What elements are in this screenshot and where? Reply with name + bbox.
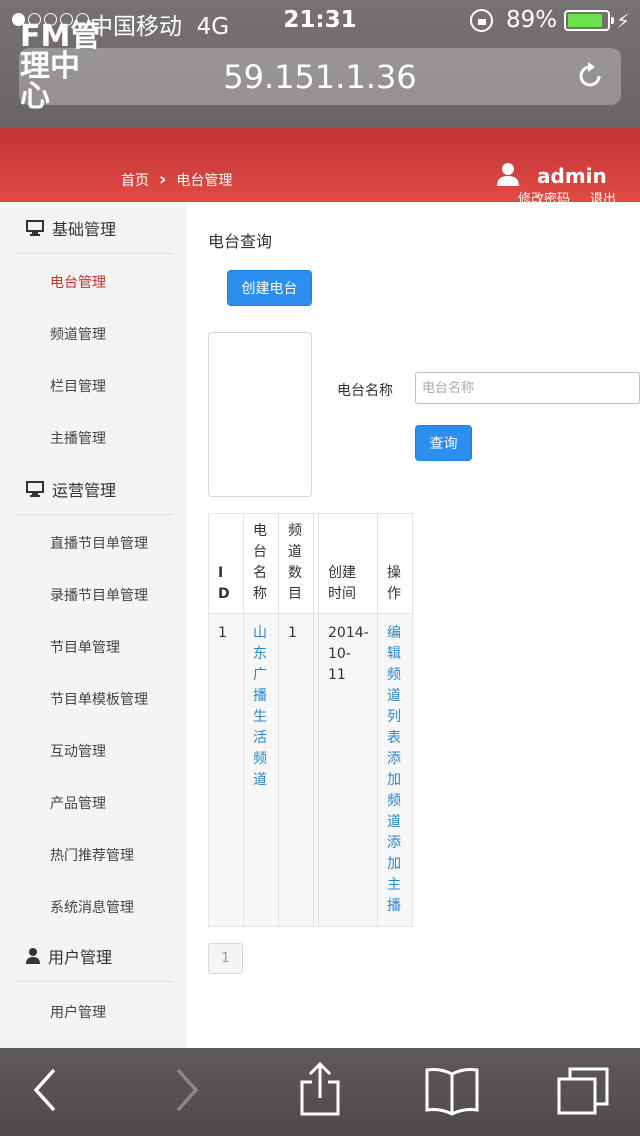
add-channel-link[interactable]: 添加频道 bbox=[387, 749, 403, 833]
username[interactable]: admin bbox=[537, 164, 607, 188]
monitor-icon bbox=[26, 480, 44, 497]
station-table: ID 电台名称 频道数目 创建时间 操作 1 山东广播生活频道 1 2014-1… bbox=[208, 513, 413, 927]
battery-level-fill bbox=[568, 14, 602, 27]
table-header-row: ID 电台名称 频道数目 创建时间 操作 bbox=[208, 513, 413, 614]
charging-icon: ⚡ bbox=[616, 9, 631, 33]
sidebar-group-users[interactable]: 用户管理 bbox=[16, 930, 172, 982]
breadcrumb-home-link[interactable]: 首页 bbox=[121, 170, 149, 190]
sidebar-item-schedule[interactable]: 节目单管理 bbox=[50, 637, 120, 657]
sidebar-item-user[interactable]: 用户管理 bbox=[50, 1002, 106, 1022]
channel-list-link[interactable]: 频道列表 bbox=[387, 665, 403, 749]
pagination-page-1[interactable]: 1 bbox=[208, 943, 243, 974]
sidebar: 基础管理 电台管理 频道管理 栏目管理 主播管理 运营管理 直播节目单管理 录播… bbox=[0, 202, 187, 1048]
battery-icon bbox=[564, 10, 614, 31]
bookmarks-icon[interactable] bbox=[424, 1066, 480, 1116]
cell-id: 1 bbox=[208, 613, 244, 927]
table-row: 1 山东广播生活频道 1 2014-10-11 编辑 频道列表 添加频道 添加主… bbox=[208, 613, 413, 927]
sidebar-item-live-schedule[interactable]: 直播节目单管理 bbox=[50, 533, 148, 553]
logout-link[interactable]: 退出 bbox=[590, 192, 616, 202]
reload-icon[interactable] bbox=[575, 61, 605, 91]
create-station-button[interactable]: 创建电台 bbox=[227, 270, 312, 306]
sidebar-item-channel[interactable]: 频道管理 bbox=[50, 324, 106, 344]
rotation-lock-icon bbox=[470, 9, 493, 32]
column-header-created: 创建时间 bbox=[318, 513, 378, 614]
page-title: 电台查询 bbox=[208, 232, 273, 251]
app-header: 首页 › 电台管理 admin 修改密码 退出 bbox=[0, 128, 640, 202]
cell-channel-count: 1 bbox=[278, 613, 314, 927]
battery-percent: 89% bbox=[506, 7, 558, 33]
header-links: 修改密码 退出 bbox=[518, 188, 640, 202]
station-name-label: 电台名称 bbox=[337, 383, 393, 399]
empty-panel bbox=[208, 332, 312, 497]
change-password-link[interactable]: 修改密码 bbox=[518, 192, 570, 202]
column-header-actions: 操作 bbox=[377, 513, 413, 614]
app-logo-title: FM管理中心 bbox=[20, 19, 101, 114]
column-header-name: 电台名称 bbox=[243, 513, 279, 614]
breadcrumb: 首页 › 电台管理 bbox=[121, 169, 232, 190]
sidebar-item-hot-recommend[interactable]: 热门推荐管理 bbox=[50, 845, 134, 865]
cell-actions: 编辑 频道列表 添加频道 添加主播 bbox=[377, 613, 413, 927]
sidebar-item-system-message[interactable]: 系统消息管理 bbox=[50, 897, 134, 917]
monitor-icon bbox=[26, 219, 44, 236]
sidebar-item-product[interactable]: 产品管理 bbox=[50, 793, 106, 813]
sidebar-group-label: 基础管理 bbox=[52, 219, 117, 239]
user-icon bbox=[26, 947, 40, 964]
sidebar-group-operations[interactable]: 运营管理 bbox=[16, 463, 172, 515]
cell-created: 2014-10-11 bbox=[318, 613, 378, 927]
user-icon bbox=[497, 163, 519, 186]
column-header-id: ID bbox=[208, 513, 244, 614]
sidebar-item-host[interactable]: 主播管理 bbox=[50, 428, 106, 448]
breadcrumb-current: 电台管理 bbox=[176, 172, 233, 189]
column-header-channel-count: 频道数目 bbox=[278, 513, 314, 614]
address-url[interactable]: 59.151.1.36 bbox=[19, 58, 621, 96]
sidebar-item-schedule-template[interactable]: 节目单模板管理 bbox=[50, 689, 148, 709]
tabs-icon[interactable] bbox=[556, 1066, 610, 1116]
sidebar-item-recorded-schedule[interactable]: 录播节目单管理 bbox=[50, 585, 148, 605]
sidebar-group-basic[interactable]: 基础管理 bbox=[16, 202, 172, 254]
browser-toolbar bbox=[0, 1048, 640, 1136]
sidebar-item-interaction[interactable]: 互动管理 bbox=[50, 741, 106, 761]
chevron-right-icon: › bbox=[159, 169, 167, 190]
main-content: 电台查询 创建电台 电台名称 查询 ID 电台名称 频道数目 创建时间 操作 1… bbox=[187, 202, 640, 1048]
station-name-input[interactable] bbox=[415, 372, 640, 404]
sidebar-group-label: 运营管理 bbox=[52, 480, 117, 500]
cell-name: 山东广播生活频道 bbox=[243, 613, 279, 927]
address-bar[interactable]: 59.151.1.36 bbox=[19, 48, 621, 105]
share-icon[interactable] bbox=[298, 1062, 342, 1118]
sidebar-item-station[interactable]: 电台管理 bbox=[50, 272, 106, 292]
back-icon[interactable] bbox=[30, 1066, 60, 1114]
sidebar-group-label: 用户管理 bbox=[48, 947, 113, 967]
station-name-link[interactable]: 山东广播生活频道 bbox=[253, 623, 269, 791]
sidebar-item-column[interactable]: 栏目管理 bbox=[50, 376, 106, 396]
query-button[interactable]: 查询 bbox=[415, 425, 472, 461]
edit-link[interactable]: 编辑 bbox=[387, 623, 403, 665]
forward-icon[interactable] bbox=[172, 1066, 202, 1114]
add-host-link[interactable]: 添加主播 bbox=[387, 833, 403, 917]
